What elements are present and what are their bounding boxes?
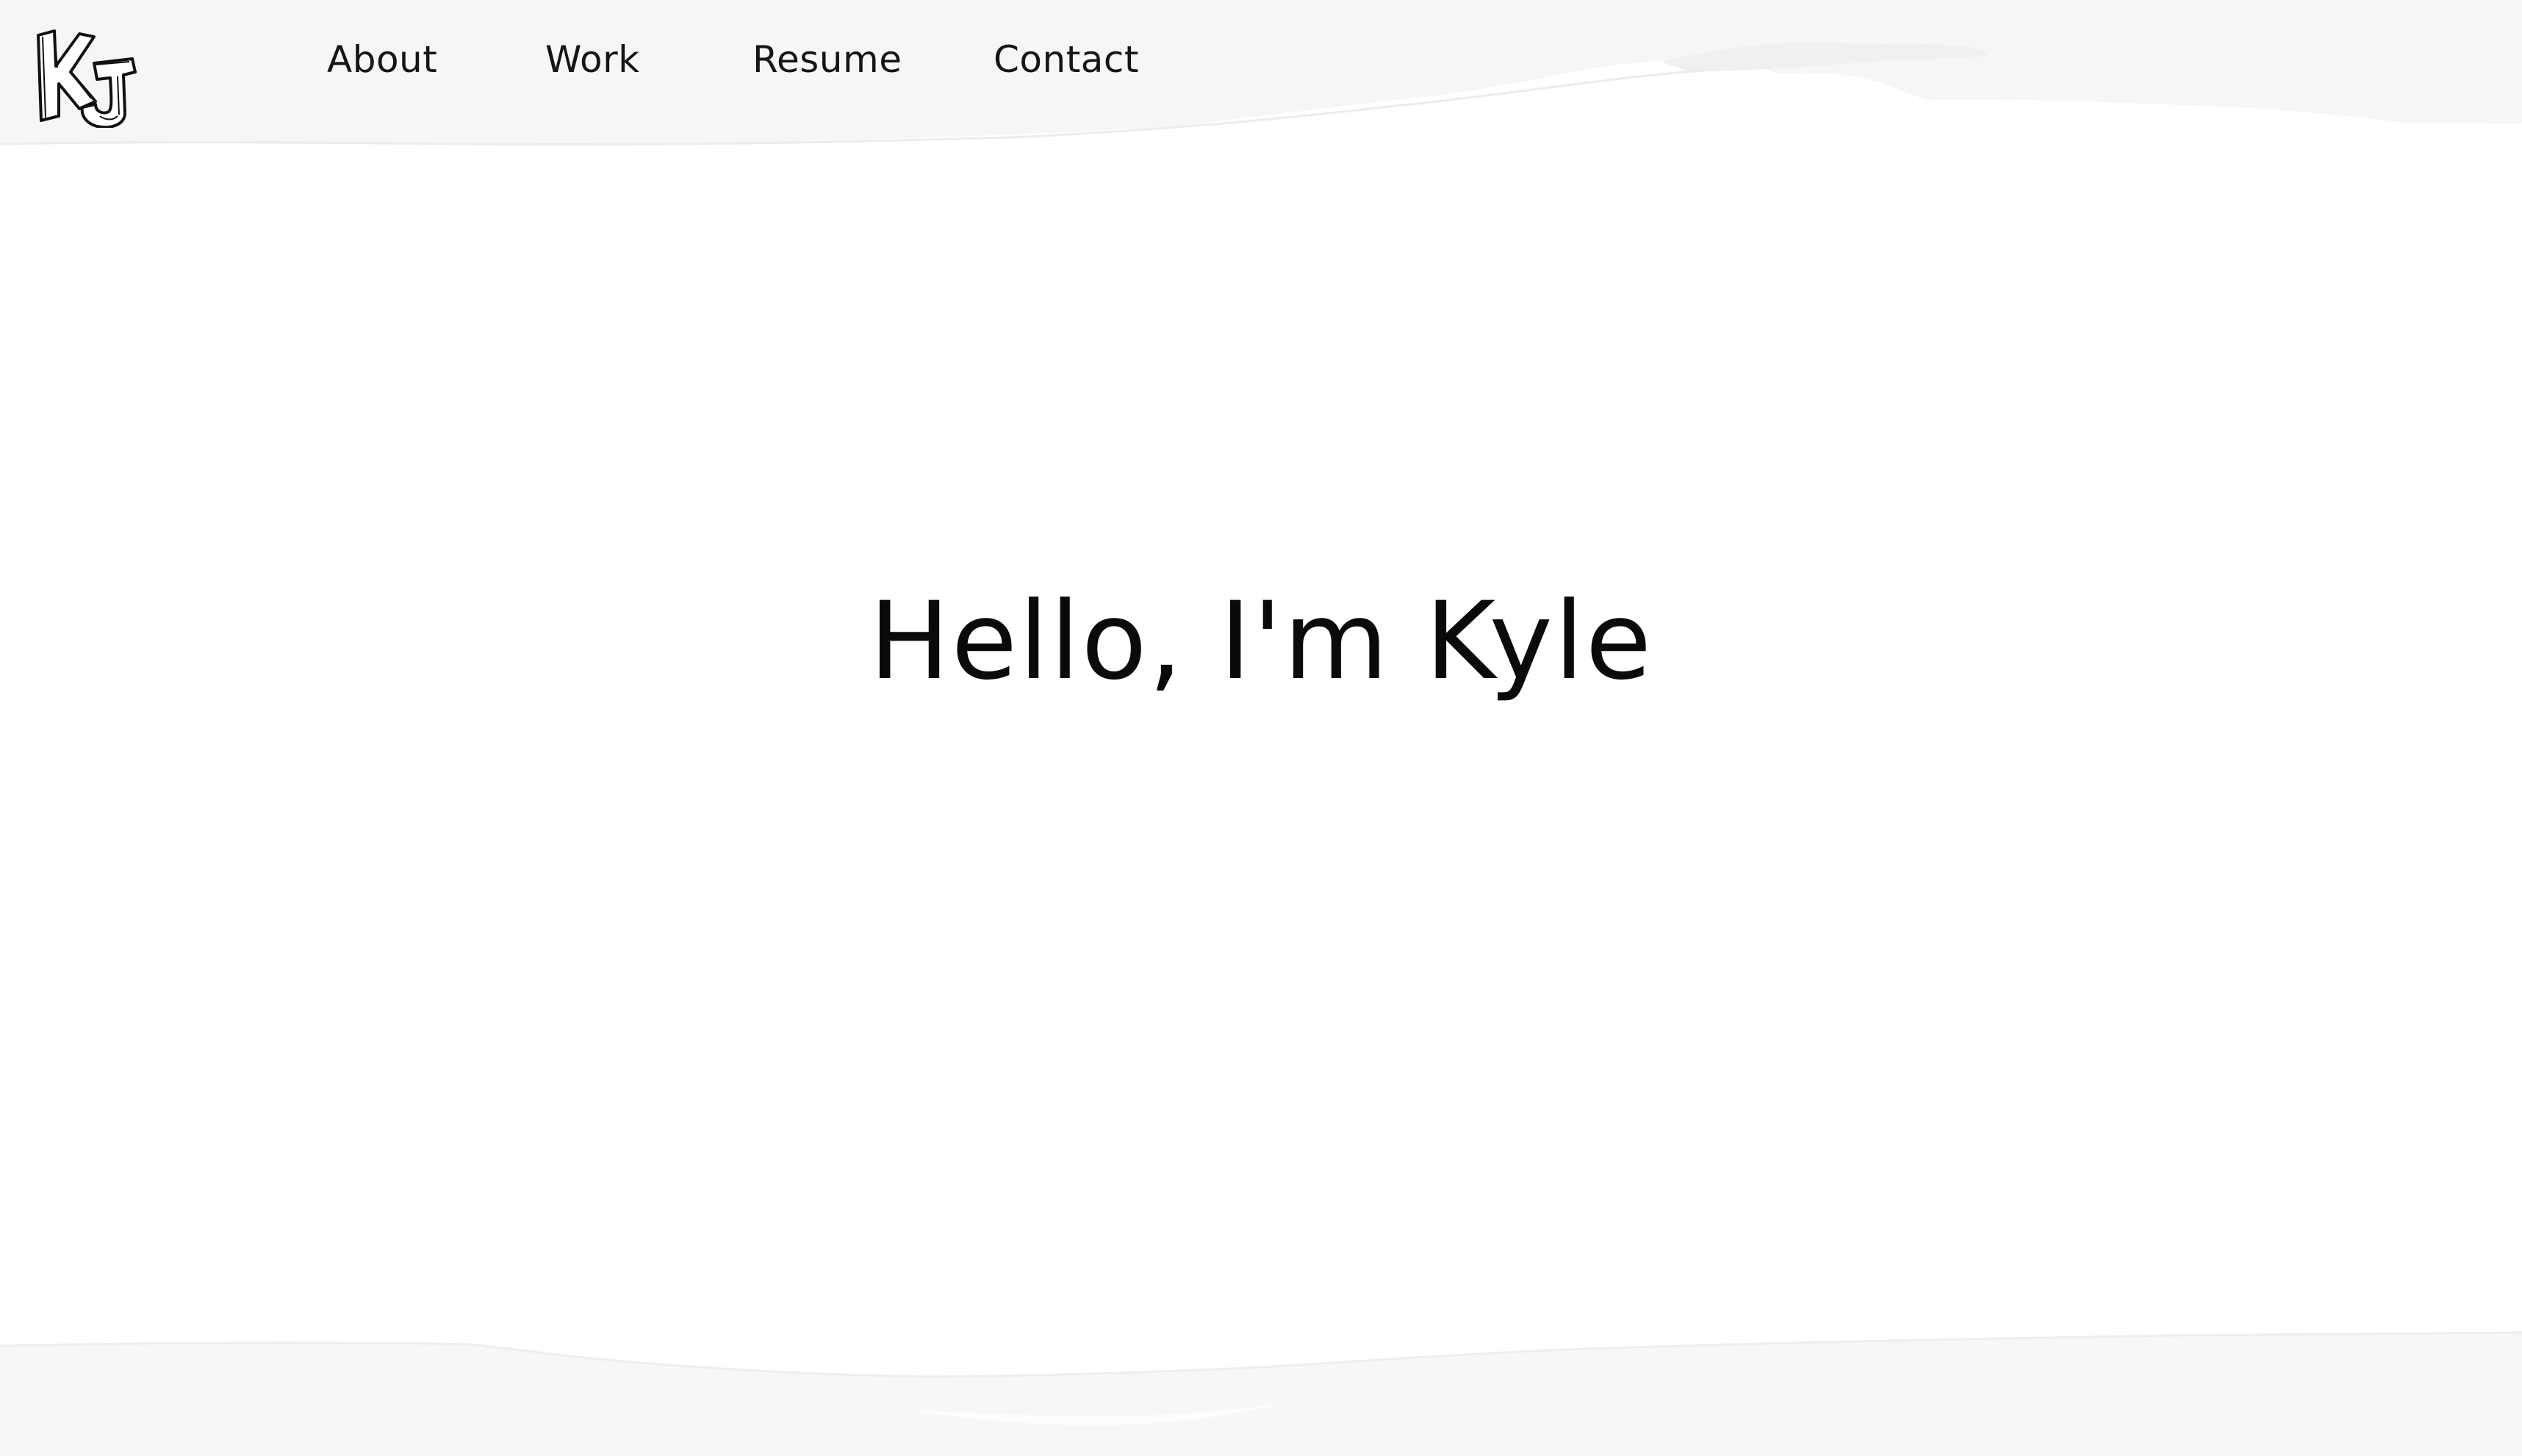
- site-header: About Work Resume Contact: [0, 0, 2522, 132]
- nav-link-work[interactable]: Work: [545, 38, 640, 81]
- kj-monogram-logo-icon: [37, 29, 137, 129]
- hero-greeting-title: Hello, I'm Kyle: [869, 579, 1653, 704]
- torn-paper-bottom-band: [0, 1331, 2522, 1456]
- nav-link-resume[interactable]: Resume: [752, 38, 902, 81]
- nav-link-about[interactable]: About: [327, 38, 437, 81]
- nav-link-contact[interactable]: Contact: [994, 38, 1139, 81]
- home-logo-link[interactable]: [32, 21, 140, 129]
- hero-section: Hello, I'm Kyle: [0, 588, 2522, 695]
